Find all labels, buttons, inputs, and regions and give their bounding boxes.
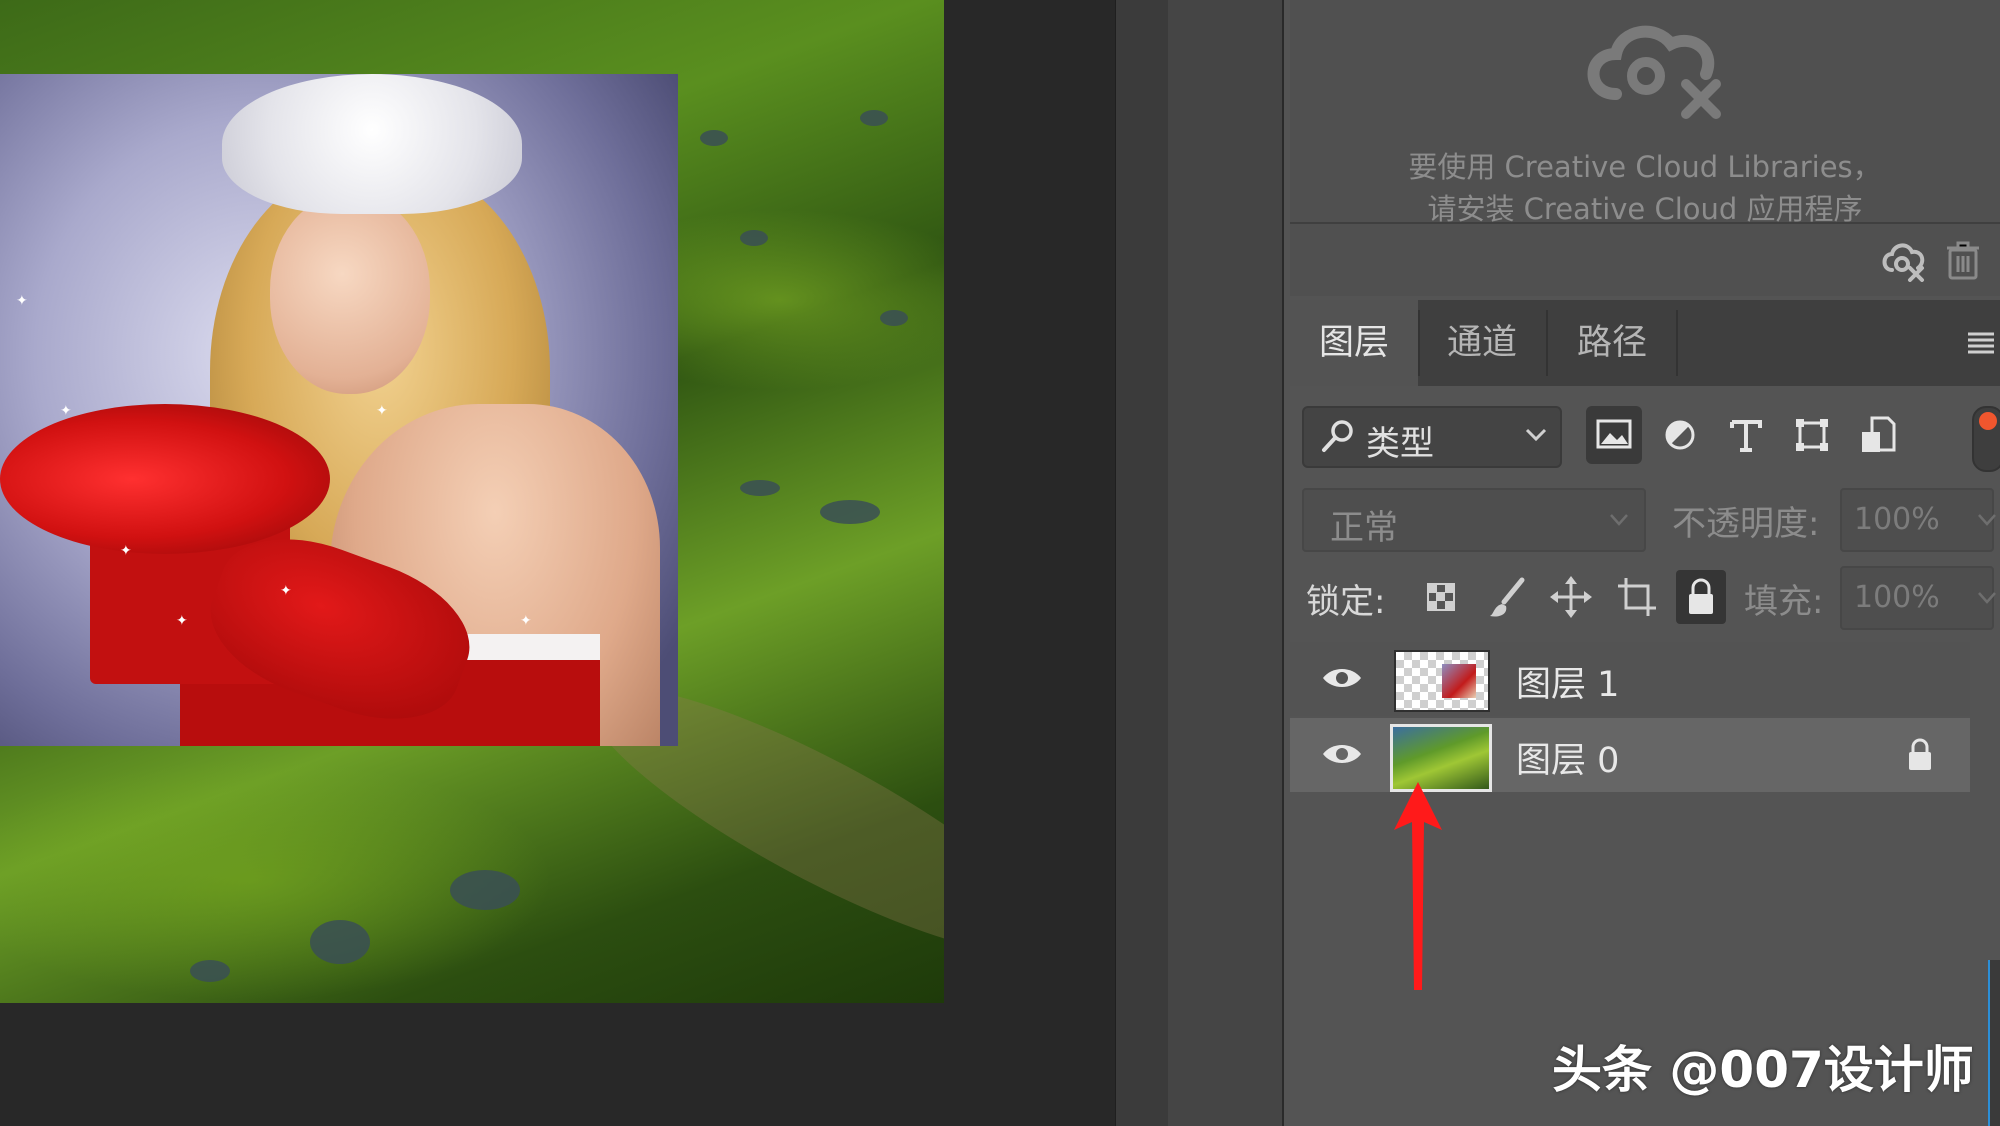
libraries-install-message: 要使用 Creative Cloud Libraries， — [1408, 150, 1882, 184]
rock — [860, 110, 888, 126]
woman-photo-layer[interactable]: ✦ ✦ ✦ ✦ ✦ ✦ ✦ — [0, 74, 678, 746]
rock — [700, 130, 728, 146]
fill-value: 100% — [1854, 580, 1940, 615]
blend-mode-value: 正常 — [1330, 508, 1398, 548]
blend-options-row: 正常 不透明度: 100% — [1290, 484, 2000, 556]
filter-kind-label: 类型 — [1366, 424, 1434, 464]
lock-artboard-crop-icon[interactable] — [1612, 570, 1662, 624]
lock-transparent-pixels-icon[interactable] — [1416, 570, 1466, 624]
tab-paths[interactable]: 路径 — [1548, 300, 1676, 386]
panel-menu-icon[interactable] — [1966, 330, 1996, 356]
fill-label: 填充: — [1744, 582, 1824, 622]
chevron-down-icon — [1610, 514, 1628, 526]
rock — [740, 480, 780, 496]
red-annotation-arrow — [1394, 782, 1442, 990]
lock-image-pixels-brush-icon[interactable] — [1482, 570, 1532, 624]
visibility-eye-icon[interactable] — [1320, 660, 1364, 696]
filter-toggle-switch[interactable] — [1972, 406, 2000, 472]
layer-row-selected[interactable]: 图层 0 — [1290, 718, 1970, 792]
cloud-sync-error-icon[interactable] — [1880, 238, 1926, 282]
libraries-panel: 要使用 Creative Cloud Libraries， 请安装 Creati… — [1290, 0, 2000, 226]
watermark: 头条 @007设计师 — [1552, 1041, 1974, 1099]
opacity-label: 不透明度: — [1672, 504, 1820, 544]
thumbnail-image — [1442, 664, 1476, 698]
santa-hat — [222, 74, 522, 214]
blend-mode-dropdown[interactable]: 正常 — [1302, 488, 1646, 552]
lock-position-move-icon[interactable] — [1546, 570, 1596, 624]
filter-toggle-indicator — [1979, 412, 1997, 430]
rock — [190, 960, 230, 982]
rock — [740, 230, 768, 246]
canvas-area[interactable]: ✦ ✦ ✦ ✦ ✦ ✦ ✦ — [0, 0, 1115, 1126]
image-icon — [1596, 419, 1632, 449]
collapsed-panel-dock — [1168, 0, 1284, 1126]
opacity-value: 100% — [1854, 502, 1940, 537]
rock — [820, 500, 880, 524]
panel-scrollbar[interactable] — [1988, 960, 2000, 1126]
libraries-footer — [1290, 224, 2000, 296]
layer-lock-icon[interactable] — [1904, 736, 1936, 774]
layer-name[interactable]: 图层 1 — [1516, 656, 1619, 707]
layer-filter-bar: 类型 — [1290, 392, 2000, 480]
opacity-field[interactable]: 100% — [1840, 488, 1996, 552]
sparkle-icon: ✦ — [16, 293, 28, 309]
chevron-down-icon — [1525, 428, 1547, 442]
lock-options-row: 锁定: 填充: 100% — [1290, 562, 2000, 634]
tab-channels[interactable]: 通道 — [1418, 300, 1546, 386]
layer-row[interactable]: 图层 1 — [1290, 642, 1970, 716]
adjustment-circle-icon — [1665, 420, 1695, 450]
sparkle-icon: ✦ — [176, 613, 188, 629]
sparkle-icon: ✦ — [280, 583, 292, 599]
chevron-down-icon[interactable] — [1976, 512, 1998, 528]
sparkle-icon: ✦ — [60, 403, 72, 419]
rock — [310, 920, 370, 964]
adjustment-layer-filter-button[interactable] — [1652, 406, 1708, 464]
trash-icon[interactable] — [1946, 240, 1980, 280]
smart-object-icon — [1862, 416, 1896, 452]
sparkle-icon: ✦ — [120, 543, 132, 559]
type-layer-filter-button[interactable] — [1718, 406, 1774, 464]
lock-label: 锁定: — [1306, 582, 1386, 622]
visibility-eye-icon[interactable] — [1320, 736, 1364, 772]
sparkle-icon: ✦ — [376, 403, 388, 419]
lock-all-icon[interactable] — [1676, 570, 1726, 624]
pixel-layer-filter-button[interactable] — [1586, 406, 1642, 464]
rock — [450, 870, 520, 910]
search-icon — [1322, 420, 1353, 452]
layers-panel-tabs: 图层 通道 路径 — [1290, 300, 2000, 386]
shape-icon — [1796, 419, 1828, 451]
fill-field[interactable]: 100% — [1840, 566, 1996, 630]
tab-divider — [1676, 310, 1678, 376]
document-canvas[interactable]: ✦ ✦ ✦ ✦ ✦ ✦ ✦ — [0, 0, 944, 1003]
face — [270, 194, 430, 394]
gift-bow — [0, 404, 330, 554]
canvas-vertical-scrollbar[interactable] — [1115, 0, 1169, 1126]
layer-name[interactable]: 图层 0 — [1516, 732, 1619, 783]
chevron-down-icon[interactable] — [1976, 590, 1998, 606]
libraries-install-message: 请安装 Creative Cloud 应用程序 — [1427, 192, 1863, 226]
tab-layers[interactable]: 图层 — [1290, 300, 1418, 386]
smart-object-filter-button[interactable] — [1850, 406, 1906, 464]
type-t-icon — [1730, 420, 1762, 452]
sparkle-icon: ✦ — [520, 613, 532, 629]
filter-kind-dropdown[interactable]: 类型 — [1302, 406, 1562, 468]
layer-thumbnail[interactable] — [1394, 650, 1490, 712]
creative-cloud-icon — [1587, 25, 1721, 119]
rock — [880, 310, 908, 326]
shape-layer-filter-button[interactable] — [1784, 406, 1840, 464]
